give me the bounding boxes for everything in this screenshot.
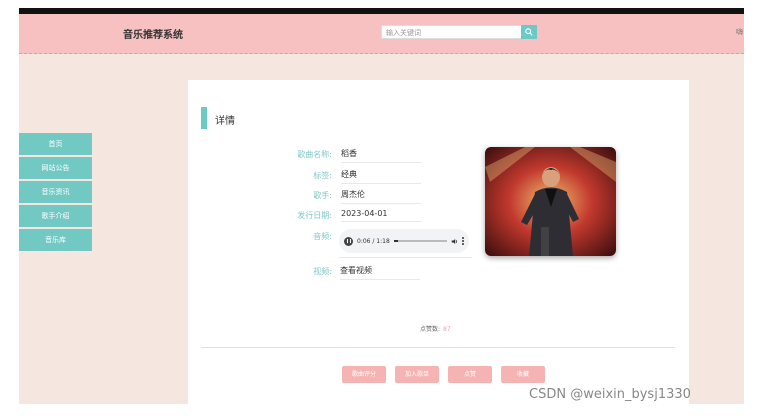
search-input[interactable]: 输入关键词 bbox=[381, 25, 537, 39]
likes-label: 点赞数: bbox=[420, 326, 441, 333]
likes-count: 点赞数: 87 bbox=[420, 324, 451, 333]
video-label: 视频: bbox=[313, 267, 332, 276]
search-button[interactable] bbox=[521, 25, 537, 39]
singer-value: 周杰伦 bbox=[341, 189, 421, 204]
like-button[interactable]: 点赞 bbox=[448, 366, 492, 383]
sidebar-item-home[interactable]: 首页 bbox=[19, 133, 92, 155]
song-cover-image bbox=[485, 147, 616, 256]
search-icon bbox=[525, 28, 533, 36]
audio-progress-bar[interactable] bbox=[393, 240, 447, 242]
rate-song-button[interactable]: 歌曲评分 bbox=[342, 366, 386, 383]
site-title: 音乐推荐系统 bbox=[123, 30, 183, 41]
audio-player[interactable]: 0:06 / 1:18 bbox=[339, 229, 469, 253]
sidebar: 首页 网站公告 音乐资讯 歌手介绍 音乐库 bbox=[19, 133, 92, 253]
favorite-button[interactable]: 收藏 bbox=[501, 366, 545, 383]
audio-label: 音频: bbox=[313, 232, 332, 241]
detail-heading: 详情 bbox=[215, 116, 235, 127]
likes-number: 87 bbox=[443, 326, 451, 333]
singer-label: 歌手: bbox=[313, 191, 332, 200]
sidebar-item-singers[interactable]: 歌手介绍 bbox=[19, 205, 92, 227]
action-divider bbox=[201, 347, 675, 348]
add-to-playlist-button[interactable]: 加入歌单 bbox=[395, 366, 439, 383]
volume-icon[interactable] bbox=[451, 238, 458, 245]
sidebar-item-news[interactable]: 音乐资讯 bbox=[19, 181, 92, 203]
sidebar-item-notice[interactable]: 网站公告 bbox=[19, 157, 92, 179]
audio-time: 0:06 / 1:18 bbox=[357, 237, 390, 245]
tag-value: 经典 bbox=[341, 169, 421, 184]
play-icon[interactable] bbox=[344, 236, 353, 246]
song-name-value: 稻香 bbox=[341, 148, 421, 163]
release-date-label: 发行日期: bbox=[297, 211, 332, 220]
site-header: 音乐推荐系统 输入关键词 嗨 bbox=[19, 14, 744, 54]
sidebar-item-library[interactable]: 音乐库 bbox=[19, 229, 92, 251]
tag-label: 标签: bbox=[313, 171, 332, 180]
song-name-label: 歌曲名称: bbox=[297, 150, 332, 159]
audio-underline bbox=[339, 257, 472, 258]
more-icon[interactable] bbox=[462, 237, 464, 245]
heading-accent-bar bbox=[201, 107, 207, 129]
video-link[interactable]: 查看视频 bbox=[340, 265, 420, 280]
release-date-value: 2023-04-01 bbox=[341, 209, 421, 222]
csdn-watermark: CSDN @weixin_bysj1330 bbox=[529, 387, 691, 402]
header-edge-text: 嗨 bbox=[736, 28, 743, 36]
